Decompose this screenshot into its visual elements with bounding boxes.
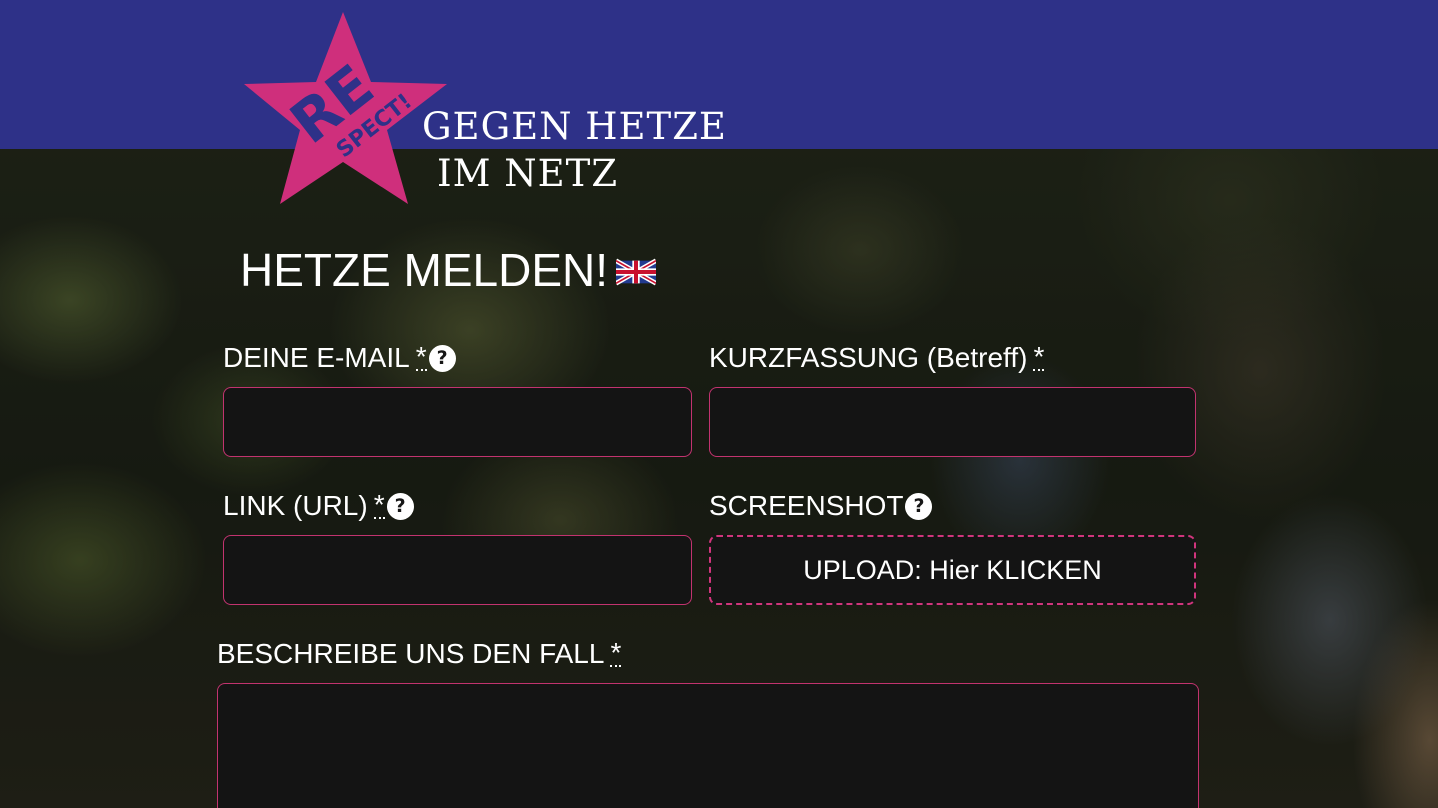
email-required-mark: *: [415, 341, 427, 372]
page-title: HETZE MELDEN!: [240, 244, 609, 296]
email-label-text: DEINE E-MAIL: [223, 342, 410, 373]
link-field[interactable]: [223, 535, 692, 605]
logo-line-2: IM NETZ: [437, 152, 619, 195]
description-textarea[interactable]: [217, 683, 1199, 808]
description-label-text: BESCHREIBE UNS DEN FALL: [217, 638, 605, 669]
email-help-icon[interactable]: ?: [428, 344, 456, 372]
subject-field[interactable]: [709, 387, 1196, 457]
screenshot-label-text: SCREENSHOT: [709, 490, 904, 521]
description-required-mark: *: [610, 637, 622, 668]
link-label: LINK (URL) * ?: [223, 490, 414, 522]
subject-label: KURZFASSUNG (Betreff) *: [709, 341, 1045, 374]
subject-required-mark: *: [1033, 341, 1045, 372]
email-label: DEINE E-MAIL * ?: [223, 342, 456, 374]
link-required-mark: *: [373, 489, 385, 520]
description-label: BESCHREIBE UNS DEN FALL *: [217, 637, 622, 670]
subject-label-text: KURZFASSUNG (Betreff): [709, 342, 1028, 373]
link-help-icon[interactable]: ?: [386, 492, 414, 520]
link-label-text: LINK (URL): [223, 490, 368, 521]
screenshot-label: SCREENSHOT ?: [709, 490, 933, 522]
upload-label: UPLOAD: Hier KLICKEN: [803, 554, 1102, 585]
email-field[interactable]: [223, 387, 692, 457]
english-flag-icon[interactable]: [616, 255, 656, 289]
logo-star-icon: RE SPECT!: [244, 12, 447, 204]
screenshot-help-icon[interactable]: ?: [905, 492, 933, 520]
logo-line-1: GEGEN HETZE: [422, 105, 727, 148]
site-logo[interactable]: RE SPECT! GEGEN HETZE IM NETZ: [240, 10, 760, 210]
screenshot-upload-button[interactable]: UPLOAD: Hier KLICKEN: [709, 535, 1196, 605]
